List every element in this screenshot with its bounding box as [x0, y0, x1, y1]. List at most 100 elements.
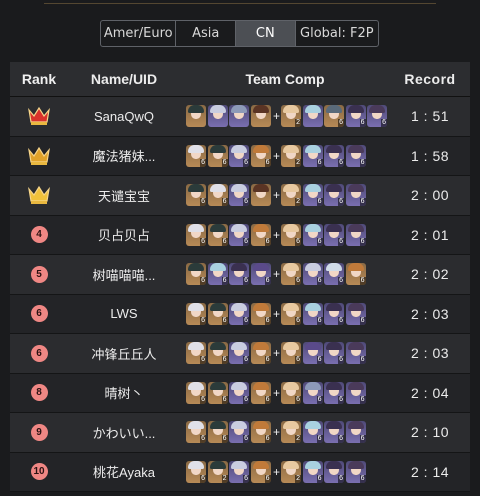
tab-amer-euro[interactable]: Amer/Euro: [101, 21, 177, 46]
character-avatar-icon[interactable]: 6: [250, 381, 271, 404]
character-avatar-icon[interactable]: 6: [302, 302, 323, 325]
character-avatar-icon[interactable]: 6: [324, 105, 344, 128]
character-avatar-icon[interactable]: 6: [345, 263, 366, 286]
character-avatar-icon[interactable]: 6: [345, 302, 366, 325]
character-avatar-icon[interactable]: 6: [345, 381, 366, 404]
character-avatar-icon[interactable]: 6: [367, 105, 387, 128]
character-avatar-icon[interactable]: 6: [281, 342, 301, 365]
character-avatar-icon[interactable]: 6: [186, 421, 206, 444]
character-avatar-icon[interactable]: 6: [250, 223, 271, 246]
character-avatar-icon[interactable]: 6: [229, 381, 249, 404]
character-avatar-icon[interactable]: 6: [281, 263, 301, 286]
character-avatar-icon[interactable]: 6: [302, 421, 323, 444]
character-avatar-icon[interactable]: 6: [250, 460, 271, 483]
character-avatar-icon[interactable]: 6: [186, 184, 206, 207]
character-avatar-icon[interactable]: 6: [250, 302, 271, 325]
character-avatar-icon[interactable]: 6: [302, 184, 323, 207]
character-avatar-icon[interactable]: 6: [207, 144, 228, 167]
player-name[interactable]: かわいい...: [68, 423, 180, 442]
player-name[interactable]: 天谴宝宝: [68, 186, 180, 205]
character-avatar-icon[interactable]: [250, 184, 271, 207]
character-avatar-icon[interactable]: [250, 105, 271, 128]
character-avatar-icon[interactable]: 6: [281, 223, 301, 246]
character-avatar-icon[interactable]: 6: [229, 460, 249, 483]
character-avatar-icon[interactable]: 6: [324, 223, 344, 246]
tab-global-f2p[interactable]: Global: F2P: [296, 21, 378, 46]
character-avatar-icon[interactable]: 6: [345, 184, 366, 207]
character-avatar-icon[interactable]: 6: [207, 184, 228, 207]
character-avatar-icon[interactable]: 6: [207, 263, 228, 286]
character-avatar-icon[interactable]: 6: [324, 144, 344, 167]
character-avatar-icon[interactable]: 6: [229, 342, 249, 365]
character-avatar-icon[interactable]: 6: [302, 263, 323, 286]
character-avatar-icon[interactable]: 6: [250, 342, 271, 365]
player-name[interactable]: 魔法猪妹...: [68, 146, 180, 165]
character-avatar-icon[interactable]: 6: [186, 302, 206, 325]
tab-asia[interactable]: Asia: [176, 21, 237, 46]
table-row[interactable]: 天谴宝宝 6 6 6 +2 6 6 6 2 : 00: [10, 176, 470, 216]
character-avatar-icon[interactable]: 6: [229, 144, 249, 167]
player-name[interactable]: 树喵喵喵...: [68, 265, 180, 284]
character-avatar-icon[interactable]: 6: [302, 460, 323, 483]
character-avatar-icon[interactable]: 6: [186, 381, 206, 404]
character-avatar-icon[interactable]: 6: [250, 144, 271, 167]
player-name[interactable]: SanaQwQ: [68, 109, 180, 124]
character-avatar-icon[interactable]: 2: [281, 184, 301, 207]
character-avatar-icon[interactable]: 2: [281, 421, 301, 444]
character-avatar-icon[interactable]: 6: [250, 421, 271, 444]
character-avatar-icon[interactable]: [207, 105, 228, 128]
character-avatar-icon[interactable]: 6: [207, 381, 228, 404]
character-avatar-icon[interactable]: 6: [324, 184, 344, 207]
table-row[interactable]: 魔法猪妹... 6 6 6 6 +2 6 6 6 1 : 58: [10, 136, 470, 176]
character-avatar-icon[interactable]: 6: [345, 342, 366, 365]
player-name[interactable]: 晴树丶: [68, 383, 180, 402]
character-avatar-icon[interactable]: 6: [207, 421, 228, 444]
character-avatar-icon[interactable]: 6: [324, 381, 344, 404]
table-row[interactable]: SanaQwQ +2 6 6 6 1 : 51: [10, 97, 470, 137]
character-avatar-icon[interactable]: 6: [324, 460, 344, 483]
character-avatar-icon[interactable]: 6: [345, 144, 366, 167]
character-avatar-icon[interactable]: 6: [229, 184, 249, 207]
character-avatar-icon[interactable]: 6: [281, 381, 301, 404]
table-row[interactable]: 9 かわいい... 6 6 6 6 +2 6 6 6 2 : 10: [10, 413, 470, 453]
character-avatar-icon[interactable]: 6: [324, 263, 344, 286]
character-avatar-icon[interactable]: 6: [345, 223, 366, 246]
character-avatar-icon[interactable]: 2: [207, 460, 228, 483]
table-row[interactable]: 4 贝占贝占 6 6 6 6 +6 6 6 6 2 : 01: [10, 215, 470, 255]
character-avatar-icon[interactable]: 6: [186, 144, 206, 167]
player-name[interactable]: 贝占贝占: [68, 225, 180, 244]
player-name[interactable]: LWS: [68, 306, 180, 321]
character-avatar-icon[interactable]: [302, 105, 323, 128]
character-avatar-icon[interactable]: 6: [229, 263, 249, 286]
character-avatar-icon[interactable]: 6: [229, 302, 249, 325]
player-name[interactable]: 冲锋丘丘人: [68, 344, 180, 363]
character-avatar-icon[interactable]: 6: [324, 342, 344, 365]
table-row[interactable]: 6 冲锋丘丘人 6 6 6 6 +6 6 6 6 2 : 03: [10, 334, 470, 374]
character-avatar-icon[interactable]: 6: [207, 223, 228, 246]
character-avatar-icon[interactable]: 6: [302, 381, 323, 404]
character-avatar-icon[interactable]: 6: [345, 460, 366, 483]
character-avatar-icon[interactable]: 6: [229, 421, 249, 444]
character-avatar-icon[interactable]: 6: [207, 302, 228, 325]
tab-cn[interactable]: CN: [236, 21, 296, 46]
character-avatar-icon[interactable]: 6: [345, 105, 366, 128]
table-row[interactable]: 8 晴树丶 6 6 6 6 +6 6 6 6 2 : 04: [10, 373, 470, 413]
character-avatar-icon[interactable]: 6: [345, 421, 366, 444]
character-avatar-icon[interactable]: 6: [250, 263, 271, 286]
character-avatar-icon[interactable]: [186, 105, 206, 128]
character-avatar-icon[interactable]: 6: [186, 223, 206, 246]
character-avatar-icon[interactable]: 6: [324, 302, 344, 325]
character-avatar-icon[interactable]: 6: [186, 263, 206, 286]
character-avatar-icon[interactable]: 6: [229, 223, 249, 246]
character-avatar-icon[interactable]: 2: [281, 144, 301, 167]
table-row[interactable]: 6 LWS 6 6 6 6 +6 6 6 6 2 : 03: [10, 294, 470, 334]
character-avatar-icon[interactable]: 6: [302, 144, 323, 167]
table-row[interactable]: 10 桃花Ayaka 6 2 6 6 +2 6 6 6 2 : 14: [10, 452, 470, 492]
character-avatar-icon[interactable]: 6: [302, 342, 323, 365]
character-avatar-icon[interactable]: 2: [281, 105, 301, 128]
character-avatar-icon[interactable]: 6: [302, 223, 323, 246]
player-name[interactable]: 桃花Ayaka: [68, 462, 180, 481]
character-avatar-icon[interactable]: 6: [186, 342, 206, 365]
character-avatar-icon[interactable]: [229, 105, 249, 128]
table-row[interactable]: 5 树喵喵喵... 6 6 6 6 +6 6 6 6 2 : 02: [10, 255, 470, 295]
